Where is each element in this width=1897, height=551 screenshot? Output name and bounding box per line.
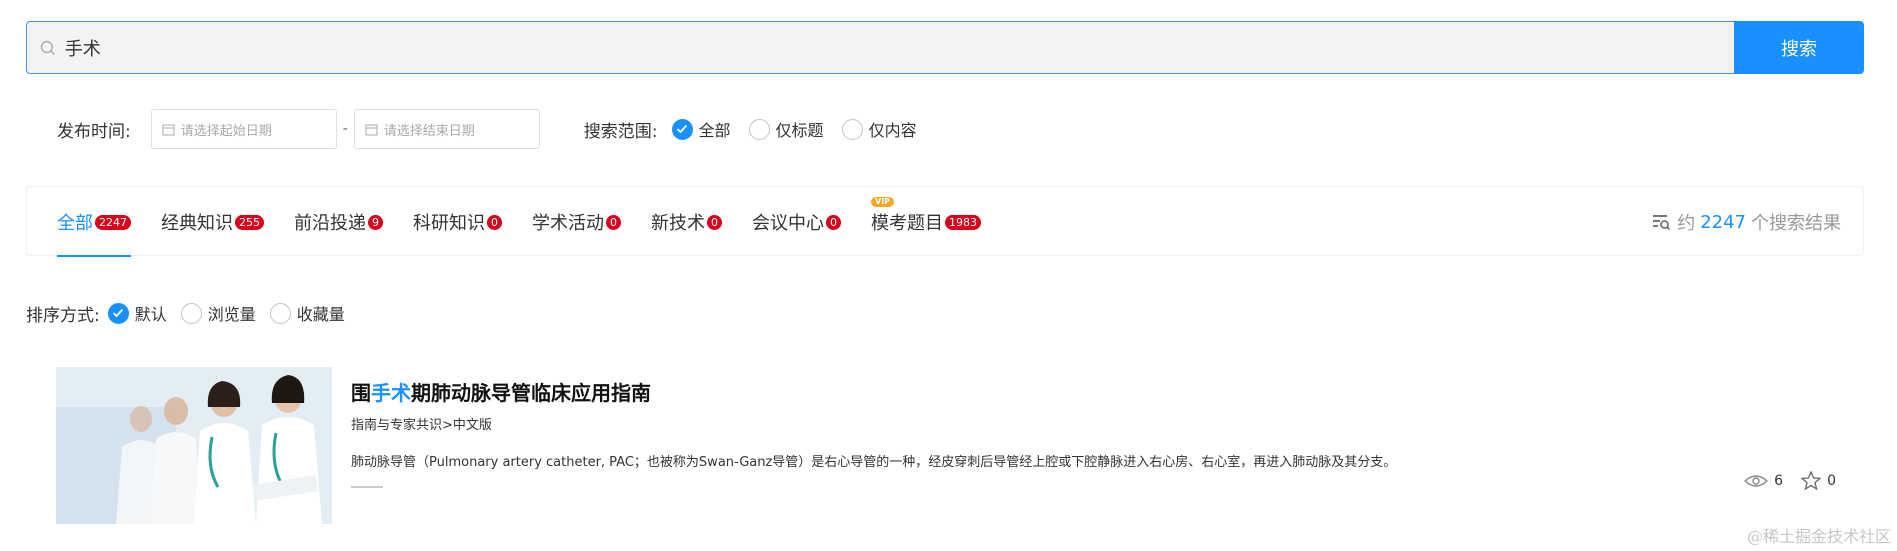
tab-count-badge: 2247 (95, 214, 131, 230)
radio-checked-icon (107, 302, 129, 324)
date-separator: - (342, 121, 348, 137)
tab-count-badge: 0 (707, 214, 722, 230)
result-title[interactable]: 围手术期肺动脉导管临床应用指南 (351, 377, 1821, 406)
result-description: 肺动脉导管（Pulmonary artery catheter, PAC；也被称… (351, 455, 1397, 470)
tab-count-badge: 255 (235, 214, 264, 230)
result-item[interactable]: 围手术期肺动脉导管临床应用指南 指南与专家共识>中文版 肺动脉导管（Pulmon… (56, 367, 1836, 524)
sort-option-favorites[interactable]: 收藏量 (269, 301, 345, 325)
search-input-wrapper[interactable] (26, 21, 1734, 74)
end-date-picker[interactable]: 请选择结束日期 (353, 109, 540, 149)
result-divider (351, 486, 383, 488)
result-title-suffix: 期肺动脉导管临床应用指南 (411, 381, 651, 405)
tab-label: 会议中心 (752, 213, 824, 234)
range-option-label: 仅标题 (775, 121, 824, 140)
search-button[interactable]: 搜索 (1734, 21, 1864, 74)
calendar-icon (365, 124, 378, 135)
sort-option-label: 收藏量 (296, 305, 345, 324)
result-stats: 6 0 (1726, 471, 1836, 490)
range-option-label: 仅内容 (868, 121, 917, 140)
calendar-icon (162, 124, 175, 135)
publish-time-label: 发布时间: (57, 121, 131, 142)
result-count: 约 2247 个搜索结果 (1651, 187, 1841, 257)
search-icon (40, 40, 55, 55)
tab-label: 学术活动 (532, 213, 604, 234)
tab-new-technology[interactable]: 新技术 0 (651, 187, 722, 257)
radio-unchecked-icon (841, 118, 863, 140)
range-option-all[interactable]: 全部 (671, 117, 731, 141)
vip-badge: VIP (871, 197, 895, 207)
tab-count-badge: 0 (826, 214, 841, 230)
tab-count-badge: 0 (487, 214, 502, 230)
search-bar: 搜索 (26, 21, 1864, 74)
range-option-title-only[interactable]: 仅标题 (748, 117, 824, 141)
eye-icon (1744, 474, 1769, 487)
sort-option-label: 默认 (134, 305, 167, 324)
radio-unchecked-icon (269, 302, 291, 324)
favorite-button[interactable]: 0 (1801, 471, 1836, 490)
tab-mock-exam[interactable]: VIP 模考题目 1983 (871, 187, 981, 257)
range-option-content-only[interactable]: 仅内容 (841, 117, 917, 141)
tab-label: 全部 (57, 213, 93, 234)
start-date-placeholder: 请选择起始日期 (180, 123, 272, 139)
tab-all[interactable]: 全部 2247 (57, 187, 131, 257)
tab-count-badge: 9 (368, 214, 383, 230)
result-category: 指南与专家共识>中文版 (351, 418, 492, 433)
filter-row: 发布时间: 请选择起始日期 - 请选择结束日期 搜索范围: 全部 仅标题 仅内容 (57, 109, 935, 149)
result-count-prefix: 约 (1677, 213, 1696, 234)
search-input[interactable] (64, 37, 1734, 58)
tab-classic-knowledge[interactable]: 经典知识 255 (161, 187, 264, 257)
range-option-label: 全部 (698, 121, 731, 140)
views-stat: 6 (1744, 473, 1783, 489)
doctors-image (56, 367, 332, 524)
tab-count-badge: 0 (606, 214, 621, 230)
watermark: @稀土掘金技术社区 (1746, 527, 1891, 546)
radio-checked-icon (671, 118, 693, 140)
radio-unchecked-icon (180, 302, 202, 324)
sort-label: 排序方式: (26, 305, 100, 326)
tab-label: 新技术 (651, 213, 705, 234)
start-date-picker[interactable]: 请选择起始日期 (150, 109, 337, 149)
views-count: 6 (1774, 472, 1784, 489)
result-body: 围手术期肺动脉导管临床应用指南 指南与专家共识>中文版 肺动脉导管（Pulmon… (351, 377, 1821, 488)
result-title-highlight: 手术 (371, 381, 411, 405)
category-tabs: 全部 2247 经典知识 255 前沿投递 9 科研知识 0 学术活动 0 新技… (57, 187, 1011, 257)
result-thumbnail[interactable] (56, 367, 332, 524)
sort-row: 排序方式: 默认 浏览量 收藏量 (26, 299, 359, 327)
tab-label: 科研知识 (413, 213, 485, 234)
end-date-placeholder: 请选择结束日期 (383, 123, 475, 139)
tab-research-knowledge[interactable]: 科研知识 0 (413, 187, 502, 257)
result-count-number: 2247 (1700, 211, 1746, 233)
category-tabs-panel: 全部 2247 经典知识 255 前沿投递 9 科研知识 0 学术活动 0 新技… (26, 186, 1864, 257)
sort-option-default[interactable]: 默认 (107, 301, 167, 325)
favorites-count: 0 (1827, 472, 1836, 489)
star-icon (1801, 471, 1822, 490)
search-range-group: 全部 仅标题 仅内容 (671, 117, 935, 141)
search-list-icon (1653, 215, 1671, 231)
result-count-suffix: 个搜索结果 (1751, 213, 1841, 234)
tab-academic-events[interactable]: 学术活动 0 (532, 187, 621, 257)
tab-label: 前沿投递 (294, 213, 366, 234)
sort-option-label: 浏览量 (207, 305, 256, 324)
tab-label: 模考题目 (871, 213, 943, 234)
search-range-label: 搜索范围: (583, 121, 658, 142)
sort-option-views[interactable]: 浏览量 (180, 301, 256, 325)
tab-frontier[interactable]: 前沿投递 9 (294, 187, 383, 257)
tab-conference-center[interactable]: 会议中心 0 (752, 187, 841, 257)
radio-unchecked-icon (748, 118, 770, 140)
tab-label: 经典知识 (161, 213, 233, 234)
result-title-prefix: 围 (351, 381, 371, 405)
tab-count-badge: 1983 (945, 214, 981, 230)
